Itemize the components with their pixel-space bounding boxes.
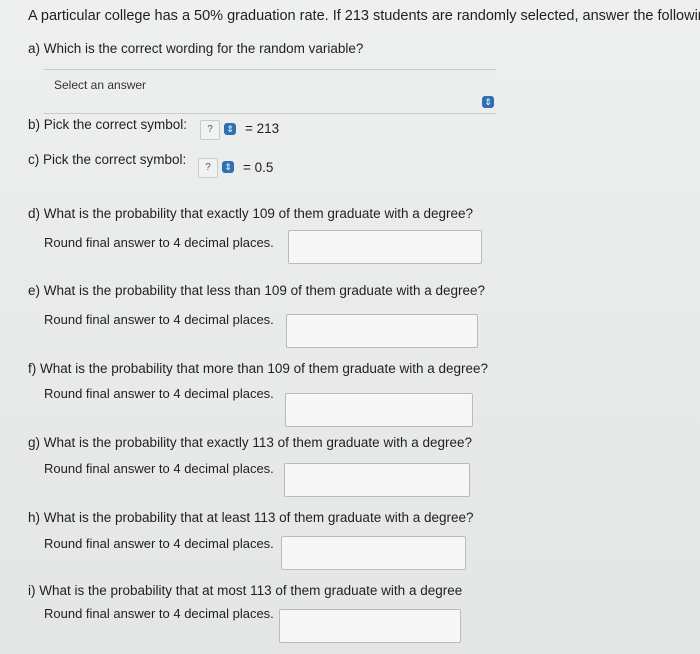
round-note-g: Round final answer to 4 decimal places. [44, 461, 274, 476]
symbol-select-b[interactable]: ? ⇕ [200, 120, 240, 140]
question-d: d) What is the probability that exactly … [28, 206, 474, 221]
question-b-label: b) Pick the correct symbol: [28, 117, 188, 132]
select-placeholder: Select an answer [54, 78, 147, 92]
question-g: g) What is the probability that exactly … [28, 435, 473, 450]
answer-input-e[interactable] [286, 314, 478, 348]
answer-input-f[interactable] [285, 393, 473, 427]
answer-input-d[interactable] [288, 230, 482, 264]
round-note-h: Round final answer to 4 decimal places. [44, 536, 274, 551]
chevron-updown-icon[interactable]: ⇕ [224, 123, 236, 135]
problem-intro: A particular college has a 50% graduatio… [28, 8, 700, 24]
question-f: f) What is the probability that more tha… [28, 361, 489, 376]
round-note-i: Round final answer to 4 decimal places. [44, 606, 274, 621]
question-c-label: c) Pick the correct symbol: [28, 152, 187, 167]
question-h: h) What is the probability that at least… [28, 510, 474, 525]
answer-input-h[interactable] [281, 536, 466, 570]
round-note-e: Round final answer to 4 decimal places. [44, 312, 274, 327]
symbol-placeholder-c: ? [198, 158, 218, 178]
round-note-d: Round final answer to 4 decimal places. [44, 235, 274, 250]
random-variable-select[interactable]: Select an answer ⇕ [44, 69, 496, 114]
symbol-select-c[interactable]: ? ⇕ [198, 158, 238, 178]
chevron-updown-icon[interactable]: ⇕ [482, 96, 494, 108]
round-note-f: Round final answer to 4 decimal places. [44, 386, 274, 401]
chevron-updown-icon[interactable]: ⇕ [222, 161, 234, 173]
symbol-value-b: = 213 [245, 121, 280, 136]
question-i: i) What is the probability that at most … [28, 583, 463, 598]
question-e: e) What is the probability that less tha… [28, 283, 486, 298]
symbol-value-c: = 0.5 [243, 160, 274, 175]
answer-input-i[interactable] [279, 609, 461, 643]
symbol-placeholder-b: ? [200, 120, 220, 140]
question-a: a) Which is the correct wording for the … [28, 41, 364, 56]
answer-input-g[interactable] [284, 463, 470, 497]
